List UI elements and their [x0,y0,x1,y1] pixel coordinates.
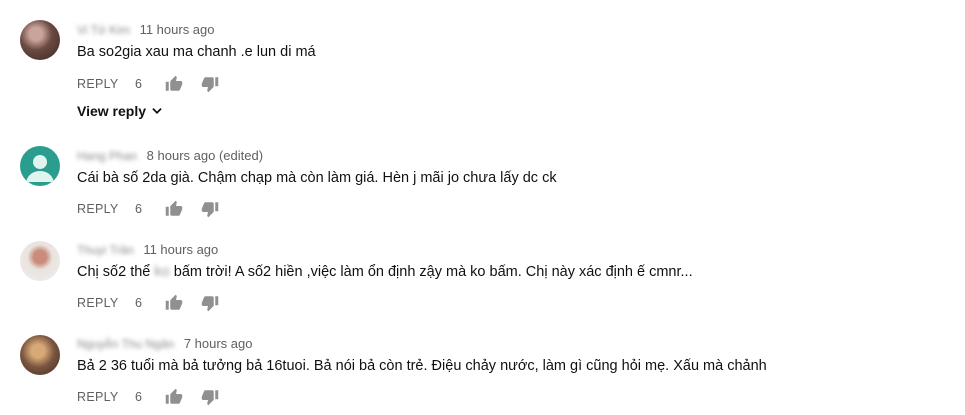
like-count: 6 [135,296,142,310]
comment-actions: REPLY 6 [77,74,237,94]
avatar[interactable] [20,20,60,60]
comment-timestamp[interactable]: 7 hours ago [184,336,253,351]
view-reply-label: View reply [77,103,147,119]
comment-text: Ba so2gia xau ma chanh .e lun di má [77,44,316,60]
comment-author[interactable]: Nguyễn Thu Ngân [77,337,174,351]
reply-button[interactable]: REPLY [77,77,135,91]
comment-actions: REPLY 6 [77,199,237,219]
comment-author[interactable]: Vi Tử Kim [77,23,130,37]
reply-button[interactable]: REPLY [77,390,135,404]
comment-author[interactable]: Thuyi Trần [77,243,134,257]
comment-actions: REPLY 6 [77,387,237,407]
comment-author[interactable]: Hang Phan [77,149,137,163]
comment-timestamp[interactable]: 8 hours ago (edited) [147,148,263,163]
thumbs-up-icon[interactable] [165,294,183,312]
like-count: 6 [135,390,142,404]
thumbs-down-icon[interactable] [201,294,219,312]
like-count: 6 [135,77,142,91]
like-count: 6 [135,202,142,216]
view-reply-button[interactable]: View reply [77,103,164,119]
thumbs-down-icon[interactable] [201,200,219,218]
comment-text-redacted: ko [154,264,170,280]
avatar[interactable] [20,335,60,375]
reply-button[interactable]: REPLY [77,202,135,216]
thumbs-up-icon[interactable] [165,200,183,218]
thumbs-up-icon[interactable] [165,75,183,93]
thumbs-down-icon[interactable] [201,75,219,93]
avatar[interactable] [20,241,60,281]
comment-text: Chị số2 thể ko bấm trời! A số2 hiền ,việ… [77,264,693,280]
chevron-down-icon [152,108,162,114]
person-icon [26,155,54,182]
comment-actions: REPLY 6 [77,293,237,313]
thumbs-up-icon[interactable] [165,388,183,406]
reply-button[interactable]: REPLY [77,296,135,310]
comment-text: Bả 2 36 tuổi mà bả tưởng bả 16tuoi. Bả n… [77,358,767,374]
thumbs-down-icon[interactable] [201,388,219,406]
comment-timestamp[interactable]: 11 hours ago [140,22,215,37]
avatar[interactable] [20,146,60,186]
comment-text-end: bấm trời! A số2 hiền ,việc làm ổn định z… [173,264,693,280]
comment-text: Cái bà số 2da già. Chậm chạp mà còn làm … [77,170,557,186]
comment-timestamp[interactable]: 11 hours ago [143,242,218,257]
comment-text-start: Chị số2 thể [77,264,151,280]
